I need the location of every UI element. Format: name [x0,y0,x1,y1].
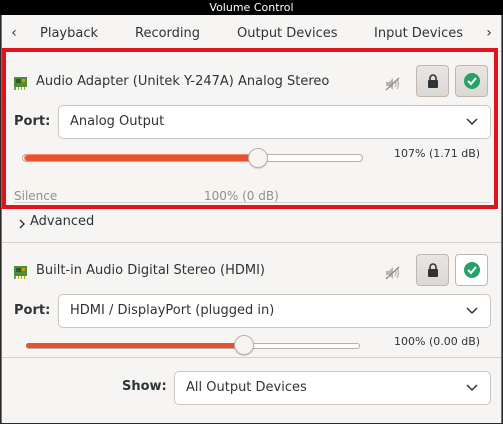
sound-card-icon [14,77,27,90]
check-circle-icon [464,73,480,89]
port-dropdown-value: HDMI / DisplayPort (plugged in) [70,303,275,318]
mute-speaker-icon[interactable] [384,75,402,93]
lock-icon [428,74,438,88]
port-dropdown[interactable]: Analog Output [58,105,491,139]
scale-label-silence: Silence [14,189,58,203]
chevron-right-icon [19,219,25,229]
lock-icon [428,263,438,277]
tab-bar: ‹ Playback Recording Output Devices Inpu… [2,15,501,52]
set-default-button[interactable] [455,254,488,286]
set-default-button[interactable] [455,65,488,97]
scale-label-100: 100% (0 dB) [204,189,279,203]
tab-scroll-right-icon[interactable]: › [483,24,495,42]
chevron-down-icon [466,118,478,126]
port-dropdown[interactable]: HDMI / DisplayPort (plugged in) [58,294,491,328]
device-panel-unitek: Audio Adapter (Unitek Y-247A) Analog Ste… [2,55,501,205]
show-bar: Show: All Output Devices [2,357,501,423]
port-label: Port: [14,114,51,129]
volume-slider-fill [26,343,244,348]
device-panel-hdmi: Built-in Audio Digital Stereo (HDMI) Por… [2,247,501,359]
volume-slider-knob[interactable] [248,148,268,168]
volume-control-window: ‹ Playback Recording Output Devices Inpu… [1,15,502,423]
window-title: Volume Control [0,0,503,15]
tab-scroll-left-icon[interactable]: ‹ [8,24,20,42]
show-dropdown[interactable]: All Output Devices [174,371,491,405]
tab-playback[interactable]: Playback [40,15,98,52]
show-dropdown-value: All Output Devices [186,380,307,395]
port-dropdown-value: Analog Output [70,114,165,129]
volume-slider-fill [24,154,260,162]
show-label: Show: [122,379,167,394]
lock-channels-button[interactable] [416,65,449,97]
volume-slider-knob[interactable] [234,335,254,355]
volume-readout: 100% (0.00 dB) [394,335,481,348]
tab-output-devices[interactable]: Output Devices [237,15,338,52]
chevron-down-icon [466,307,478,315]
sound-card-icon [14,266,27,279]
device-name: Audio Adapter (Unitek Y-247A) Analog Ste… [36,74,330,89]
volume-readout: 107% (1.71 dB) [394,147,481,160]
device-name: Built-in Audio Digital Stereo (HDMI) [36,263,265,278]
scale-divider [14,202,490,203]
device-separator [2,242,501,243]
tab-recording[interactable]: Recording [135,15,200,52]
tab-input-devices[interactable]: Input Devices [374,15,463,52]
mute-speaker-icon[interactable] [384,264,402,282]
advanced-label: Advanced [30,214,95,229]
check-circle-icon [464,262,480,278]
lock-channels-button[interactable] [416,254,449,286]
port-label: Port: [14,303,51,318]
chevron-down-icon [466,384,478,392]
